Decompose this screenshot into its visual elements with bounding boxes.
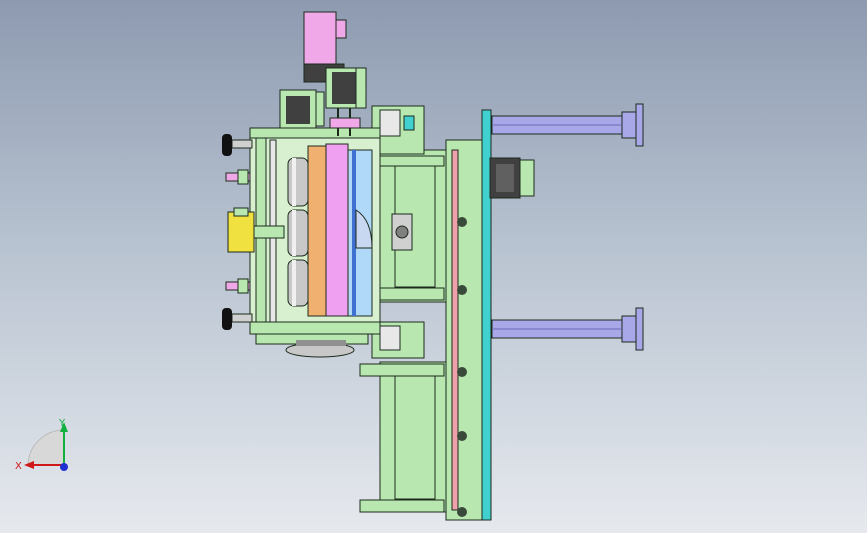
upper-pin[interactable] <box>225 169 251 185</box>
blue-plate[interactable] <box>347 149 373 317</box>
bottom-knob[interactable] <box>222 308 253 330</box>
magenta-plate[interactable] <box>325 143 349 317</box>
top-stepper-motor[interactable] <box>325 67 367 109</box>
orange-plate[interactable] <box>307 145 327 317</box>
lower-slide-frame[interactable] <box>359 361 447 513</box>
right-stepper-motor[interactable] <box>489 157 535 199</box>
roller-bottom[interactable] <box>287 259 309 307</box>
top-knob[interactable] <box>222 134 253 156</box>
right-back-plate[interactable] <box>445 109 492 521</box>
cad-viewport[interactable]: Y X <box>0 0 867 533</box>
top-cylinder[interactable] <box>491 103 644 147</box>
axis-triad: Y X <box>15 418 68 472</box>
bottom-pulley[interactable] <box>255 333 369 358</box>
lower-pin[interactable] <box>225 278 251 294</box>
x-axis-label: X <box>15 461 22 472</box>
cad-model-view[interactable]: Y X <box>0 0 867 533</box>
bottom-cylinder[interactable] <box>491 307 644 351</box>
y-axis-label: Y <box>58 418 66 429</box>
roller-middle[interactable] <box>287 209 309 257</box>
left-stepper-motor[interactable] <box>279 89 325 129</box>
roller-top[interactable] <box>287 157 309 207</box>
